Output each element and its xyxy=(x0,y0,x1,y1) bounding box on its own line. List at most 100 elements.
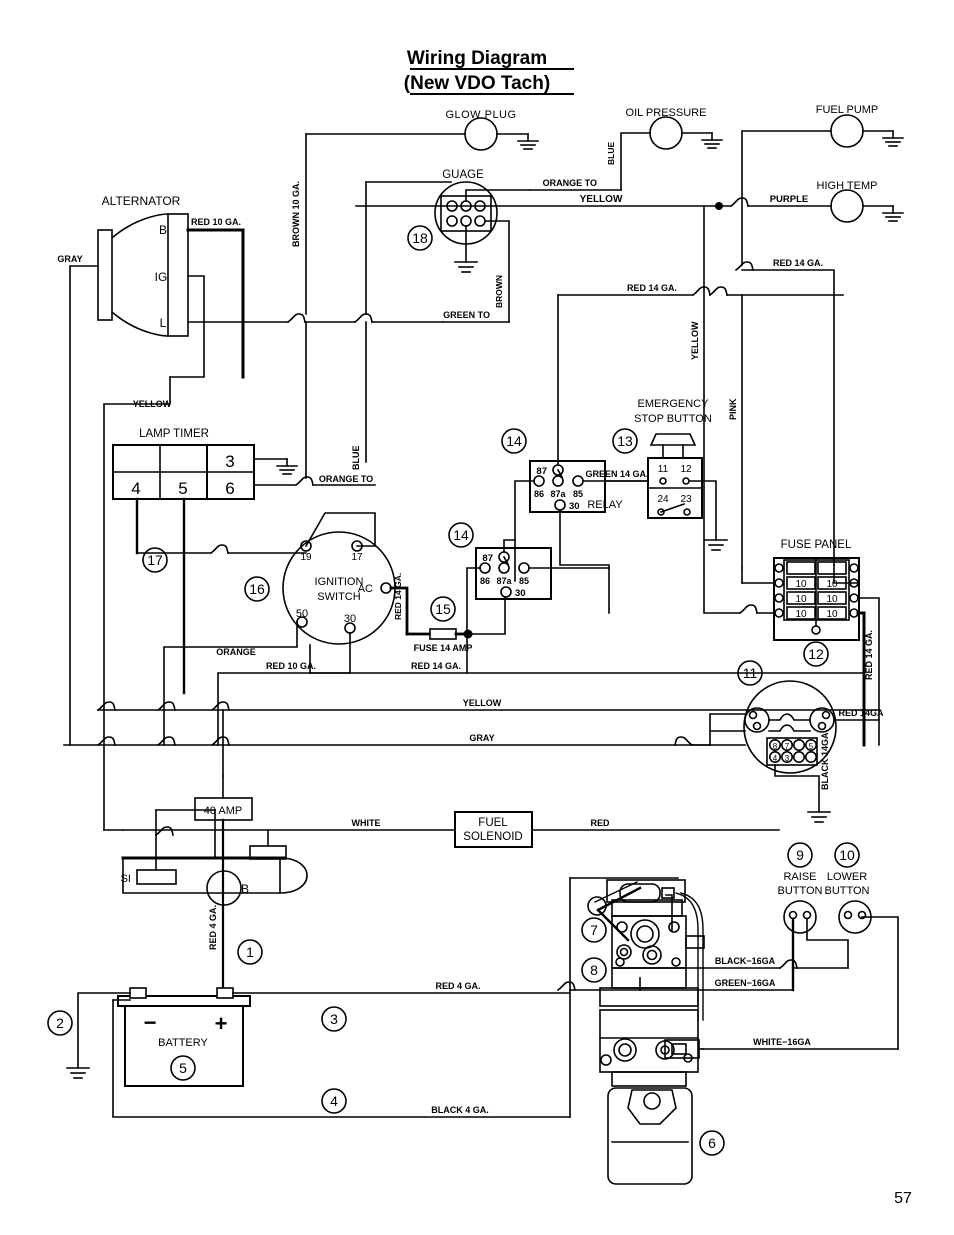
red-14ga-vert-label: RED 14 GA. xyxy=(393,573,403,620)
page-number: 57 xyxy=(894,1190,912,1207)
brown-guage-label: BROWN xyxy=(494,275,504,308)
title-line-1: Wiring Diagram xyxy=(407,48,547,69)
fuel-pump-label: FUEL PUMP xyxy=(816,104,879,116)
title-line-2: (New VDO Tach) xyxy=(404,73,550,94)
battery-neg-post xyxy=(129,987,147,999)
diagram-canvas: Wiring Diagram (New VDO Tach) GLOW PLUG … xyxy=(0,0,954,1235)
ignition-terminal-50-label: 50 xyxy=(296,608,308,620)
guage-label: GUAGE xyxy=(442,169,484,181)
brown-10ga-label: BROWN 10 GA. xyxy=(291,181,301,247)
ignition-terminal-17-label: 17 xyxy=(351,552,363,563)
callout-17-text: 17 xyxy=(147,552,163,568)
relay-2-label-30: 30 xyxy=(515,588,526,599)
alternator-terminal-b: B xyxy=(159,223,167,237)
ignition-switch-line1: IGNITION xyxy=(315,576,364,588)
relay-1-label-85: 85 xyxy=(573,489,583,499)
lower-button-line1: LOWER xyxy=(827,871,867,883)
purple-label: PURPLE xyxy=(770,194,809,205)
orange-to-switch-label: ORANGE TO xyxy=(319,474,373,484)
raise-button-line1: RAISE xyxy=(783,871,816,883)
battery-minus-label: − xyxy=(144,1010,157,1035)
glow-plug-label: GLOW PLUG xyxy=(445,109,516,121)
callout-6-text: 6 xyxy=(708,1135,716,1151)
fuse-value-6: 10 xyxy=(826,609,838,620)
red-14ga-fusepanel-label: RED 14 GA. xyxy=(864,630,874,680)
estop-line2: STOP BUTTON xyxy=(634,413,712,425)
orange-lower-label: ORANGE xyxy=(216,647,256,657)
lamp-timer-cell-3: 3 xyxy=(225,452,234,471)
red-14ga-mid-label: RED 14 GA. xyxy=(627,283,677,293)
red-10ga-alt-label: RED 10 GA. xyxy=(191,217,241,227)
black-14ga-tach-label: BLACK 14GA xyxy=(820,732,830,790)
callout-8-text: 8 xyxy=(590,962,598,978)
ignition-terminal-30-label: 30 xyxy=(344,613,356,625)
callout-14b-text: 14 xyxy=(453,527,469,543)
red-4ga-vert-label: RED 4 GA. xyxy=(208,905,218,950)
yellow-vert-label: YELLOW xyxy=(690,321,700,360)
lamp-timer-cell-5: 5 xyxy=(178,479,187,498)
black-16ga-label: BLACK−16GA xyxy=(715,956,776,966)
red-14ga-bottom-label: RED 14 GA. xyxy=(411,661,461,671)
black-4ga-label: BLACK 4 GA. xyxy=(431,1105,489,1115)
amp-40-label: 40 AMP xyxy=(204,805,243,817)
tach-pin-4-label: 4 xyxy=(773,754,778,763)
fuse-value-2: 10 xyxy=(826,579,838,590)
battery-plus-label: + xyxy=(215,1011,228,1036)
green-16ga-label: GREEN−16GA xyxy=(715,978,776,988)
estop-terminal-12: 12 xyxy=(680,464,692,475)
si-label: SI xyxy=(121,873,131,885)
red-4ga-batt-label: RED 4 GA. xyxy=(435,981,480,991)
battery-pos-post xyxy=(216,987,234,999)
orange-to-oil-label: ORANGE TO xyxy=(543,178,597,188)
callout-9-text: 9 xyxy=(796,847,804,863)
callout-2-text: 2 xyxy=(56,1015,64,1031)
callout-4-text: 4 xyxy=(330,1093,338,1109)
fuse-14amp-body xyxy=(429,628,457,640)
relay-1-label: RELAY xyxy=(587,499,623,511)
callout-10-text: 10 xyxy=(839,847,855,863)
green-to-label: GREEN TO xyxy=(443,310,490,320)
gray-lower-label: GRAY xyxy=(469,733,494,743)
lamp-timer-cell-6: 6 xyxy=(225,479,234,498)
callout-18-text: 18 xyxy=(412,230,428,246)
ignition-terminal-ac-label: AC xyxy=(358,583,373,595)
pink-vert-label: PINK xyxy=(728,398,738,420)
yellow-lower-label: YELLOW xyxy=(463,698,502,708)
green-14ga-label: GREEN 14 GA. xyxy=(585,469,648,479)
fuse-value-4: 10 xyxy=(826,594,838,605)
callout-14a-text: 14 xyxy=(506,433,522,449)
red-solenoid-label: RED xyxy=(590,818,610,828)
lamp-timer-cell-4: 4 xyxy=(131,479,140,498)
estop-terminal-11: 11 xyxy=(658,464,669,475)
fuse-value-3: 10 xyxy=(795,594,807,605)
yellow-junction-dot xyxy=(715,202,723,210)
callout-13-text: 13 xyxy=(617,433,633,449)
ignition-switch-line2: SWITCH xyxy=(317,591,360,603)
relay-1-label-86: 86 xyxy=(534,489,544,499)
callout-16-text: 16 xyxy=(249,581,265,597)
raise-button-line2: BUTTON xyxy=(777,885,822,897)
relay-1-label-87a: 87a xyxy=(550,489,566,499)
relay-2-label-87a: 87a xyxy=(496,576,512,586)
estop-terminal-24: 24 xyxy=(657,494,669,505)
alternator-terminal-ig: IG xyxy=(155,270,168,284)
yellow-top-label: YELLOW xyxy=(580,194,623,205)
wiring-diagram-sheet: Wiring Diagram (New VDO Tach) GLOW PLUG … xyxy=(0,0,954,1235)
fuse-panel-label: FUSE PANEL xyxy=(781,539,852,551)
fuse-14amp-label: FUSE 14 AMP xyxy=(414,643,473,653)
blue-oil-label: BLUE xyxy=(606,142,616,165)
tach-pin-5-label: 5 xyxy=(809,742,814,751)
callout-5-text: 5 xyxy=(179,1060,187,1076)
lamp-timer-label: LAMP TIMER xyxy=(139,428,209,440)
tach-pin-8-label: 8 xyxy=(773,742,778,751)
alternator-label: ALTERNATOR xyxy=(102,194,181,208)
red-14ga-right-label: RED 14 GA. xyxy=(773,258,823,268)
relay-2-label-85: 85 xyxy=(519,576,529,586)
fuse-value-5: 10 xyxy=(795,609,807,620)
fuel-solenoid-line2: SOLENOID xyxy=(463,831,522,843)
fuel-solenoid-line1: FUEL xyxy=(478,817,508,829)
battery-label: BATTERY xyxy=(158,1037,208,1049)
estop-terminal-23: 23 xyxy=(680,494,692,505)
blue-vert-label: BLUE xyxy=(351,446,361,471)
alternator-terminal-l: L xyxy=(160,316,167,330)
